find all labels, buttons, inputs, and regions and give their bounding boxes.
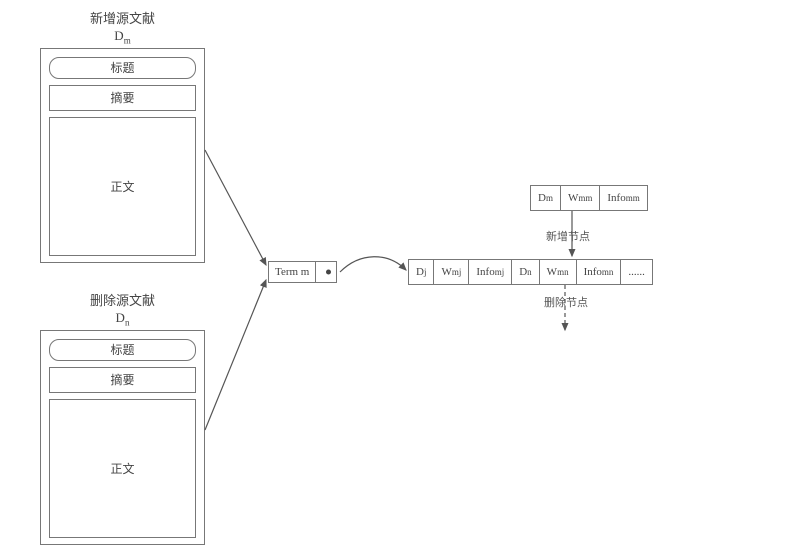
cell-wmj: Wmj <box>434 260 469 284</box>
new-doc-header: 新增源文献 Dm <box>40 8 205 46</box>
cell-dn: Dn <box>512 260 539 284</box>
deleted-source-doc: 删除源文献 Dn 标题 摘要 正文 <box>40 290 205 545</box>
del-doc-abstract: 摘要 <box>49 367 196 393</box>
new-node-d: Dm <box>531 186 561 210</box>
delete-node-label: 删除节点 <box>544 294 588 310</box>
del-doc-header: 删除源文献 Dn <box>40 290 205 328</box>
term-node: Term m <box>268 261 337 283</box>
cell-wmn: Wmn <box>540 260 577 284</box>
cell-infomn: Infomn <box>577 260 622 284</box>
new-node-w: Wmm <box>561 186 600 210</box>
del-doc-box: 标题 摘要 正文 <box>40 330 205 545</box>
new-doc-sub: Dm <box>40 28 205 46</box>
linked-list-row: Dj Wmj Infomj Dn Wmn Infomn ...... <box>408 259 653 285</box>
arrow-deldoc-term <box>205 280 266 430</box>
term-pointer <box>316 262 336 282</box>
new-doc-body: 正文 <box>49 117 196 256</box>
new-doc-abstract: 摘要 <box>49 85 196 111</box>
new-node-row: Dm Wmm Infomm <box>530 185 648 211</box>
new-doc-title-section: 标题 <box>49 57 196 79</box>
cell-ellipsis: ...... <box>621 260 653 284</box>
new-doc-box: 标题 摘要 正文 <box>40 48 205 263</box>
term-label: Term m <box>269 262 316 282</box>
new-node-info: Infomm <box>600 186 647 210</box>
arrow-term-list <box>340 257 406 272</box>
del-doc-body: 正文 <box>49 399 196 538</box>
del-doc-title-section: 标题 <box>49 339 196 361</box>
new-source-doc: 新增源文献 Dm 标题 摘要 正文 <box>40 8 205 263</box>
cell-infomj: Infomj <box>469 260 512 284</box>
arrow-newdoc-term <box>205 150 266 265</box>
add-node-label: 新增节点 <box>546 228 590 244</box>
cell-dj: Dj <box>409 260 434 284</box>
del-doc-sub: Dn <box>40 310 205 328</box>
del-doc-title: 删除源文献 <box>40 290 205 309</box>
new-doc-title: 新增源文献 <box>40 8 205 27</box>
